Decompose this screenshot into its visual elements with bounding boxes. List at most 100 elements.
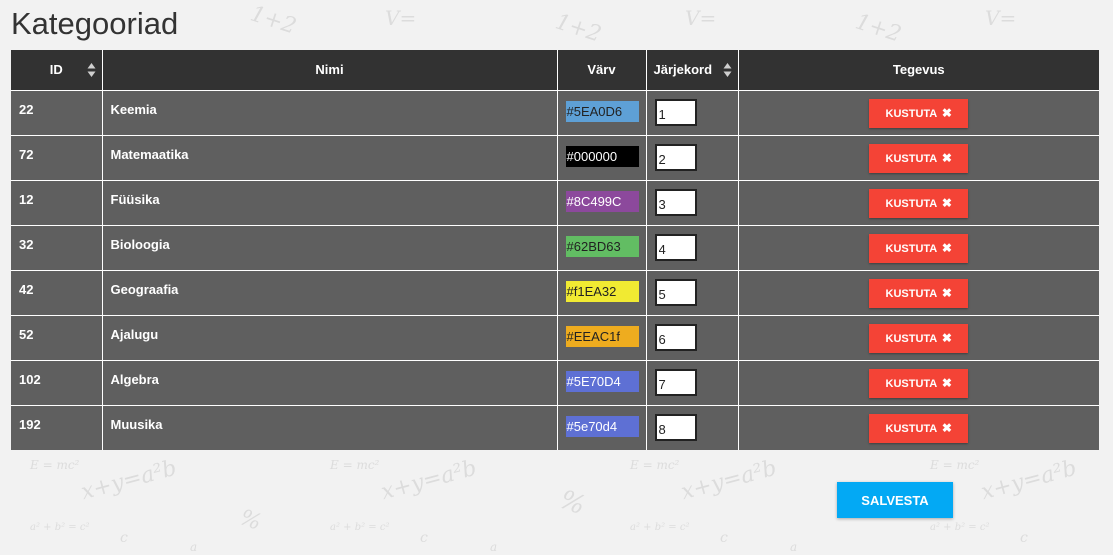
row-color-cell: #8C499C: [557, 180, 647, 226]
row-name: Muusika: [102, 405, 558, 450]
row-id: 12: [11, 180, 103, 226]
color-swatch[interactable]: #EEAC1f: [565, 325, 639, 347]
row-name: Matemaatika: [102, 135, 558, 181]
table-row: 102 Algebra #5E70D4 KUSTUTA ✖: [11, 360, 1099, 406]
column-header-order[interactable]: Järjekord: [646, 50, 739, 91]
order-input[interactable]: [654, 413, 697, 441]
color-swatch[interactable]: #5E70D4: [565, 370, 639, 392]
row-name: Füüsika: [102, 180, 558, 226]
row-color-cell: #62BD63: [557, 225, 647, 271]
close-icon: ✖: [941, 285, 952, 300]
row-name: Ajalugu: [102, 315, 558, 361]
row-color-cell: #000000: [557, 135, 647, 181]
delete-button-label: KUSTUTA: [885, 287, 937, 300]
delete-button[interactable]: KUSTUTA ✖: [869, 278, 969, 308]
column-header-name: Nimi: [102, 50, 558, 91]
color-swatch[interactable]: #5e70d4: [565, 415, 639, 437]
row-order-cell: [646, 315, 739, 361]
column-header-id-label: ID: [49, 62, 63, 78]
sort-icon[interactable]: [87, 62, 96, 78]
order-input[interactable]: [654, 233, 697, 261]
row-color-cell: #5EA0D6: [557, 90, 647, 136]
row-id: 22: [11, 90, 103, 136]
close-icon: ✖: [941, 330, 952, 345]
order-input[interactable]: [654, 368, 697, 396]
delete-button-label: KUSTUTA: [885, 422, 937, 435]
delete-button-label: KUSTUTA: [885, 377, 937, 390]
delete-button[interactable]: KUSTUTA ✖: [869, 188, 969, 218]
close-icon: ✖: [941, 150, 952, 165]
table-row: 42 Geograafia #f1EA32 KUSTUTA ✖: [11, 270, 1099, 316]
row-color-cell: #5e70d4: [557, 405, 647, 450]
close-icon: ✖: [941, 105, 952, 120]
delete-button[interactable]: KUSTUTA ✖: [869, 323, 969, 353]
row-action-cell: KUSTUTA ✖: [738, 405, 1099, 450]
row-id: 192: [11, 405, 103, 450]
row-order-cell: [646, 135, 739, 181]
close-icon: ✖: [941, 375, 952, 390]
delete-button[interactable]: KUSTUTA ✖: [869, 143, 969, 173]
row-color-cell: #f1EA32: [557, 270, 647, 316]
order-input[interactable]: [654, 98, 697, 126]
row-order-cell: [646, 180, 739, 226]
row-id: 32: [11, 225, 103, 271]
save-button[interactable]: SALVESTA: [837, 482, 953, 518]
row-action-cell: KUSTUTA ✖: [738, 270, 1099, 316]
row-order-cell: [646, 360, 739, 406]
row-name: Geograafia: [102, 270, 558, 316]
order-input[interactable]: [654, 323, 697, 351]
row-order-cell: [646, 270, 739, 316]
table-row: 22 Keemia #5EA0D6 KUSTUTA ✖: [11, 90, 1099, 136]
row-id: 72: [11, 135, 103, 181]
page-title: Kategooriad: [11, 6, 179, 41]
row-action-cell: KUSTUTA ✖: [738, 180, 1099, 226]
order-input[interactable]: [654, 188, 697, 216]
delete-button[interactable]: KUSTUTA ✖: [869, 368, 969, 398]
row-action-cell: KUSTUTA ✖: [738, 135, 1099, 181]
table-row: 52 Ajalugu #EEAC1f KUSTUTA ✖: [11, 315, 1099, 361]
delete-button-label: KUSTUTA: [885, 242, 937, 255]
column-header-color: Värv: [557, 50, 647, 91]
delete-button-label: KUSTUTA: [885, 332, 937, 345]
delete-button-label: KUSTUTA: [885, 107, 937, 120]
row-name: Keemia: [102, 90, 558, 136]
table-row: 32 Bioloogia #62BD63 KUSTUTA ✖: [11, 225, 1099, 271]
table-header-row: ID Nimi Värv Järjekord Tegevus: [11, 50, 1099, 91]
row-action-cell: KUSTUTA ✖: [738, 225, 1099, 271]
delete-button[interactable]: KUSTUTA ✖: [869, 413, 969, 443]
delete-button[interactable]: KUSTUTA ✖: [869, 98, 969, 128]
delete-button[interactable]: KUSTUTA ✖: [869, 233, 969, 263]
color-swatch[interactable]: #5EA0D6: [565, 100, 639, 122]
close-icon: ✖: [941, 420, 952, 435]
delete-button-label: KUSTUTA: [885, 152, 937, 165]
column-header-actions: Tegevus: [738, 50, 1099, 91]
column-header-id[interactable]: ID: [11, 50, 103, 91]
column-header-order-label: Järjekord: [653, 62, 713, 78]
color-swatch[interactable]: #000000: [565, 145, 639, 167]
table-row: 192 Muusika #5e70d4 KUSTUTA ✖: [11, 405, 1099, 450]
row-action-cell: KUSTUTA ✖: [738, 315, 1099, 361]
row-name: Algebra: [102, 360, 558, 406]
color-swatch[interactable]: #62BD63: [565, 235, 639, 257]
table-row: 12 Füüsika #8C499C KUSTUTA ✖: [11, 180, 1099, 226]
sort-icon[interactable]: [723, 62, 732, 78]
order-input[interactable]: [654, 143, 697, 171]
row-action-cell: KUSTUTA ✖: [738, 90, 1099, 136]
close-icon: ✖: [941, 240, 952, 255]
order-input[interactable]: [654, 278, 697, 306]
row-order-cell: [646, 405, 739, 450]
row-order-cell: [646, 225, 739, 271]
color-swatch[interactable]: #8C499C: [565, 190, 639, 212]
row-id: 52: [11, 315, 103, 361]
table-row: 72 Matemaatika #000000 KUSTUTA ✖: [11, 135, 1099, 181]
row-id: 42: [11, 270, 103, 316]
delete-button-label: KUSTUTA: [885, 197, 937, 210]
row-color-cell: #EEAC1f: [557, 315, 647, 361]
close-icon: ✖: [941, 195, 952, 210]
row-color-cell: #5E70D4: [557, 360, 647, 406]
row-order-cell: [646, 90, 739, 136]
categories-table: ID Nimi Värv Järjekord Tegevus 22 Keemia…: [11, 50, 1099, 450]
color-swatch[interactable]: #f1EA32: [565, 280, 639, 302]
row-id: 102: [11, 360, 103, 406]
row-action-cell: KUSTUTA ✖: [738, 360, 1099, 406]
